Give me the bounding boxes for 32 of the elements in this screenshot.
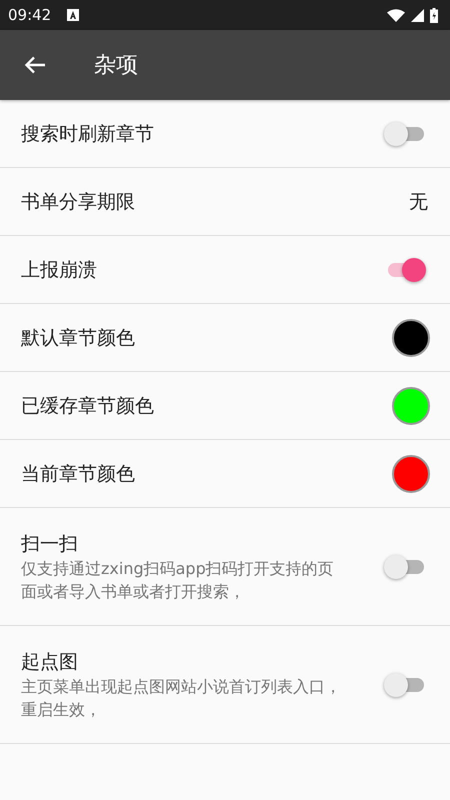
settings-row[interactable]: 扫一扫 仅支持通过zxing扫码app扫码打开支持的页面或者导入书单或者打开搜索， [0,508,450,626]
color-swatch[interactable] [392,318,430,356]
setting-title: 扫一扫 [21,532,79,556]
toolbar-title: 杂项 [94,52,138,80]
wifi-icon [387,8,405,22]
setting-summary: 主页菜单出现起点图网站小说首订列表入口，重启生效， [21,676,341,720]
settings-row[interactable]: 默认章节颜色 [0,304,450,372]
battery-icon [430,8,438,22]
settings-row[interactable]: 已缓存章节颜色 [0,372,450,440]
toggle-switch[interactable] [384,122,426,146]
setting-value: 无 [409,190,428,214]
toggle-switch[interactable] [384,672,426,696]
setting-title: 已缓存章节颜色 [21,394,155,418]
setting-title: 搜索时刷新章节 [21,122,155,146]
setting-title: 书单分享期限 [21,190,136,214]
color-swatch[interactable] [392,386,430,424]
signal-icon [411,8,424,22]
settings-row[interactable]: 书单分享期限 无 [0,168,450,236]
settings-row[interactable]: 上报崩溃 [0,236,450,304]
settings-row[interactable]: 搜索时刷新章节 [0,100,450,168]
settings-row[interactable]: 当前章节颜色 [0,440,450,508]
setting-title: 起点图 [21,650,79,674]
setting-title: 默认章节颜色 [21,326,136,350]
setting-title: 上报崩溃 [21,258,98,282]
setting-summary: 仅支持通过zxing扫码app扫码打开支持的页面或者导入书单或者打开搜索， [21,558,335,602]
color-swatch[interactable] [392,454,430,492]
back-arrow-icon [24,56,46,74]
setting-title: 当前章节颜色 [21,462,136,486]
settings-row[interactable]: 起点图 主页菜单出现起点图网站小说首订列表入口，重启生效， [0,626,450,744]
status-time: 09:42 [8,6,52,24]
notification-icon [67,9,80,21]
toggle-switch[interactable] [384,554,426,578]
